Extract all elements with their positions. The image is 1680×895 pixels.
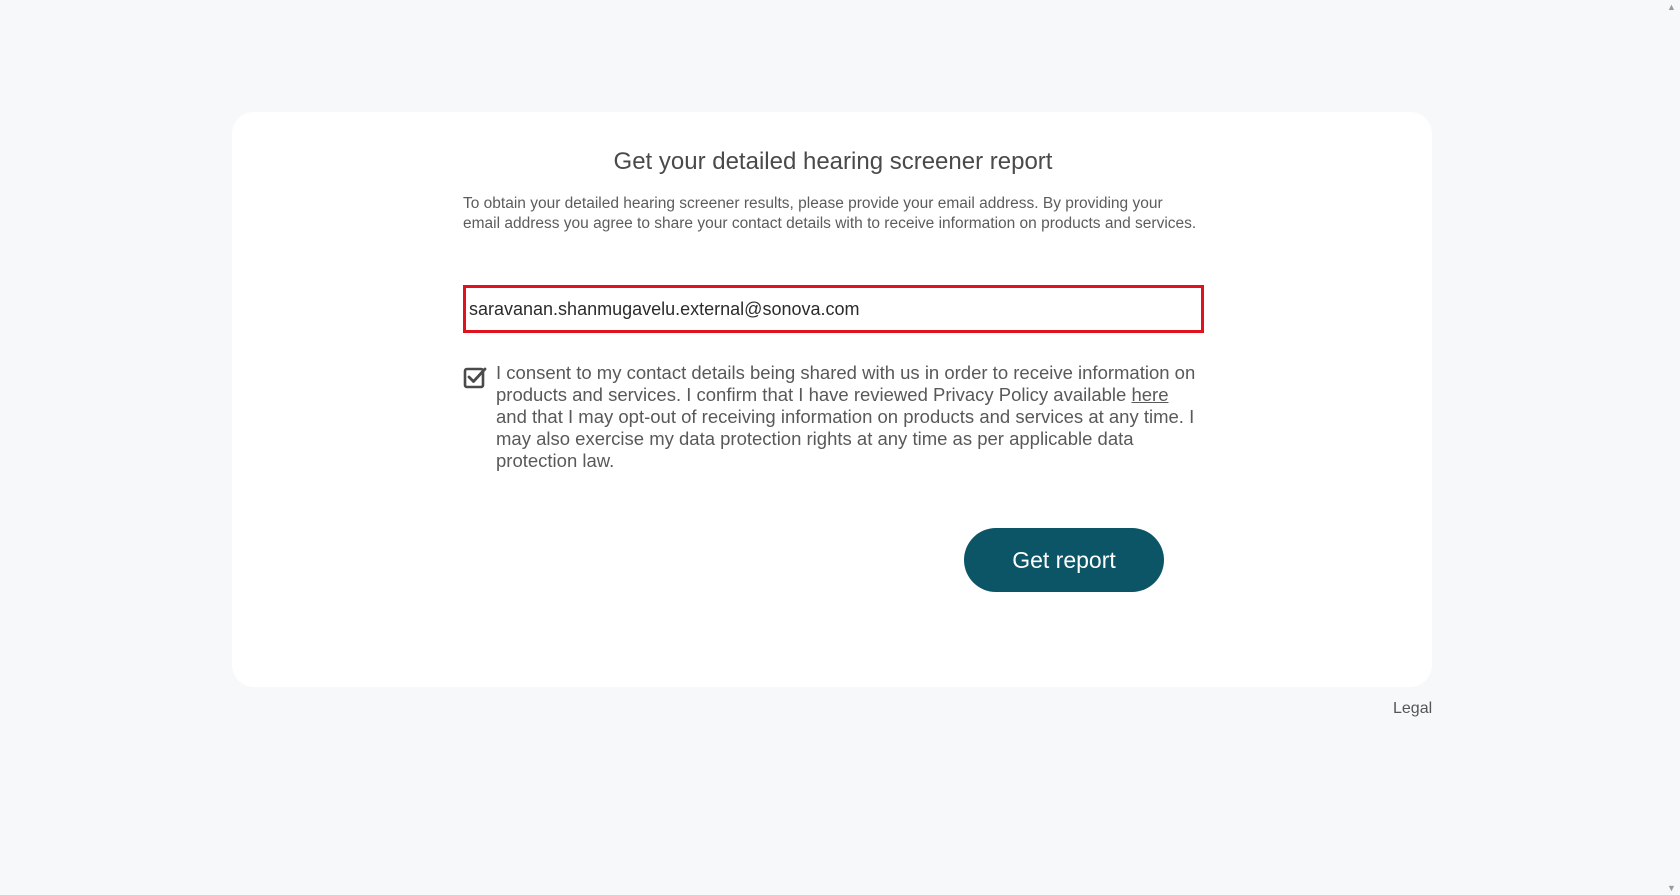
- vertical-scrollbar[interactable]: ▲ ▼: [1663, 0, 1680, 895]
- checkbox-checked-icon[interactable]: [463, 366, 487, 390]
- consent-text-after: and that I may opt-out of receiving info…: [496, 406, 1195, 471]
- scroll-up-arrow-icon[interactable]: ▲: [1667, 2, 1676, 12]
- privacy-policy-link[interactable]: here: [1131, 384, 1168, 405]
- email-field[interactable]: [463, 285, 1204, 333]
- get-report-button[interactable]: Get report: [964, 528, 1164, 592]
- page: Get your detailed hearing screener repor…: [0, 0, 1680, 895]
- consent-text-before: I consent to my contact details being sh…: [496, 362, 1196, 405]
- page-title: Get your detailed hearing screener repor…: [613, 148, 1053, 175]
- intro-text: To obtain your detailed hearing screener…: [463, 195, 1197, 232]
- legal-link[interactable]: Legal: [1393, 700, 1432, 718]
- scroll-down-arrow-icon[interactable]: ▼: [1667, 883, 1676, 893]
- consent-text: I consent to my contact details being sh…: [496, 362, 1201, 472]
- report-card: Get your detailed hearing screener repor…: [232, 112, 1432, 687]
